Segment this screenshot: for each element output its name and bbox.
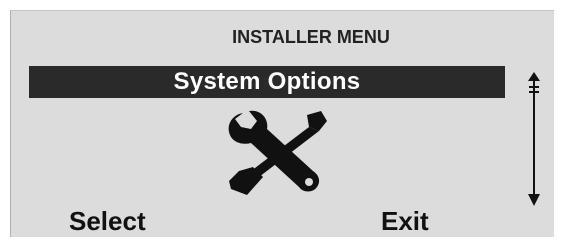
selected-menu-item[interactable]: System Options <box>29 66 505 98</box>
selected-menu-item-label: System Options <box>173 68 361 95</box>
tools-icon <box>228 110 327 195</box>
exit-softkey[interactable]: Exit <box>381 206 429 237</box>
select-softkey[interactable]: Select <box>69 206 146 237</box>
menu-title: INSTALLER MENU <box>232 27 390 47</box>
lcd-screen: INSTALLER MENU System Options Select Exi… <box>10 10 554 237</box>
scroll-down-icon[interactable] <box>526 84 542 209</box>
